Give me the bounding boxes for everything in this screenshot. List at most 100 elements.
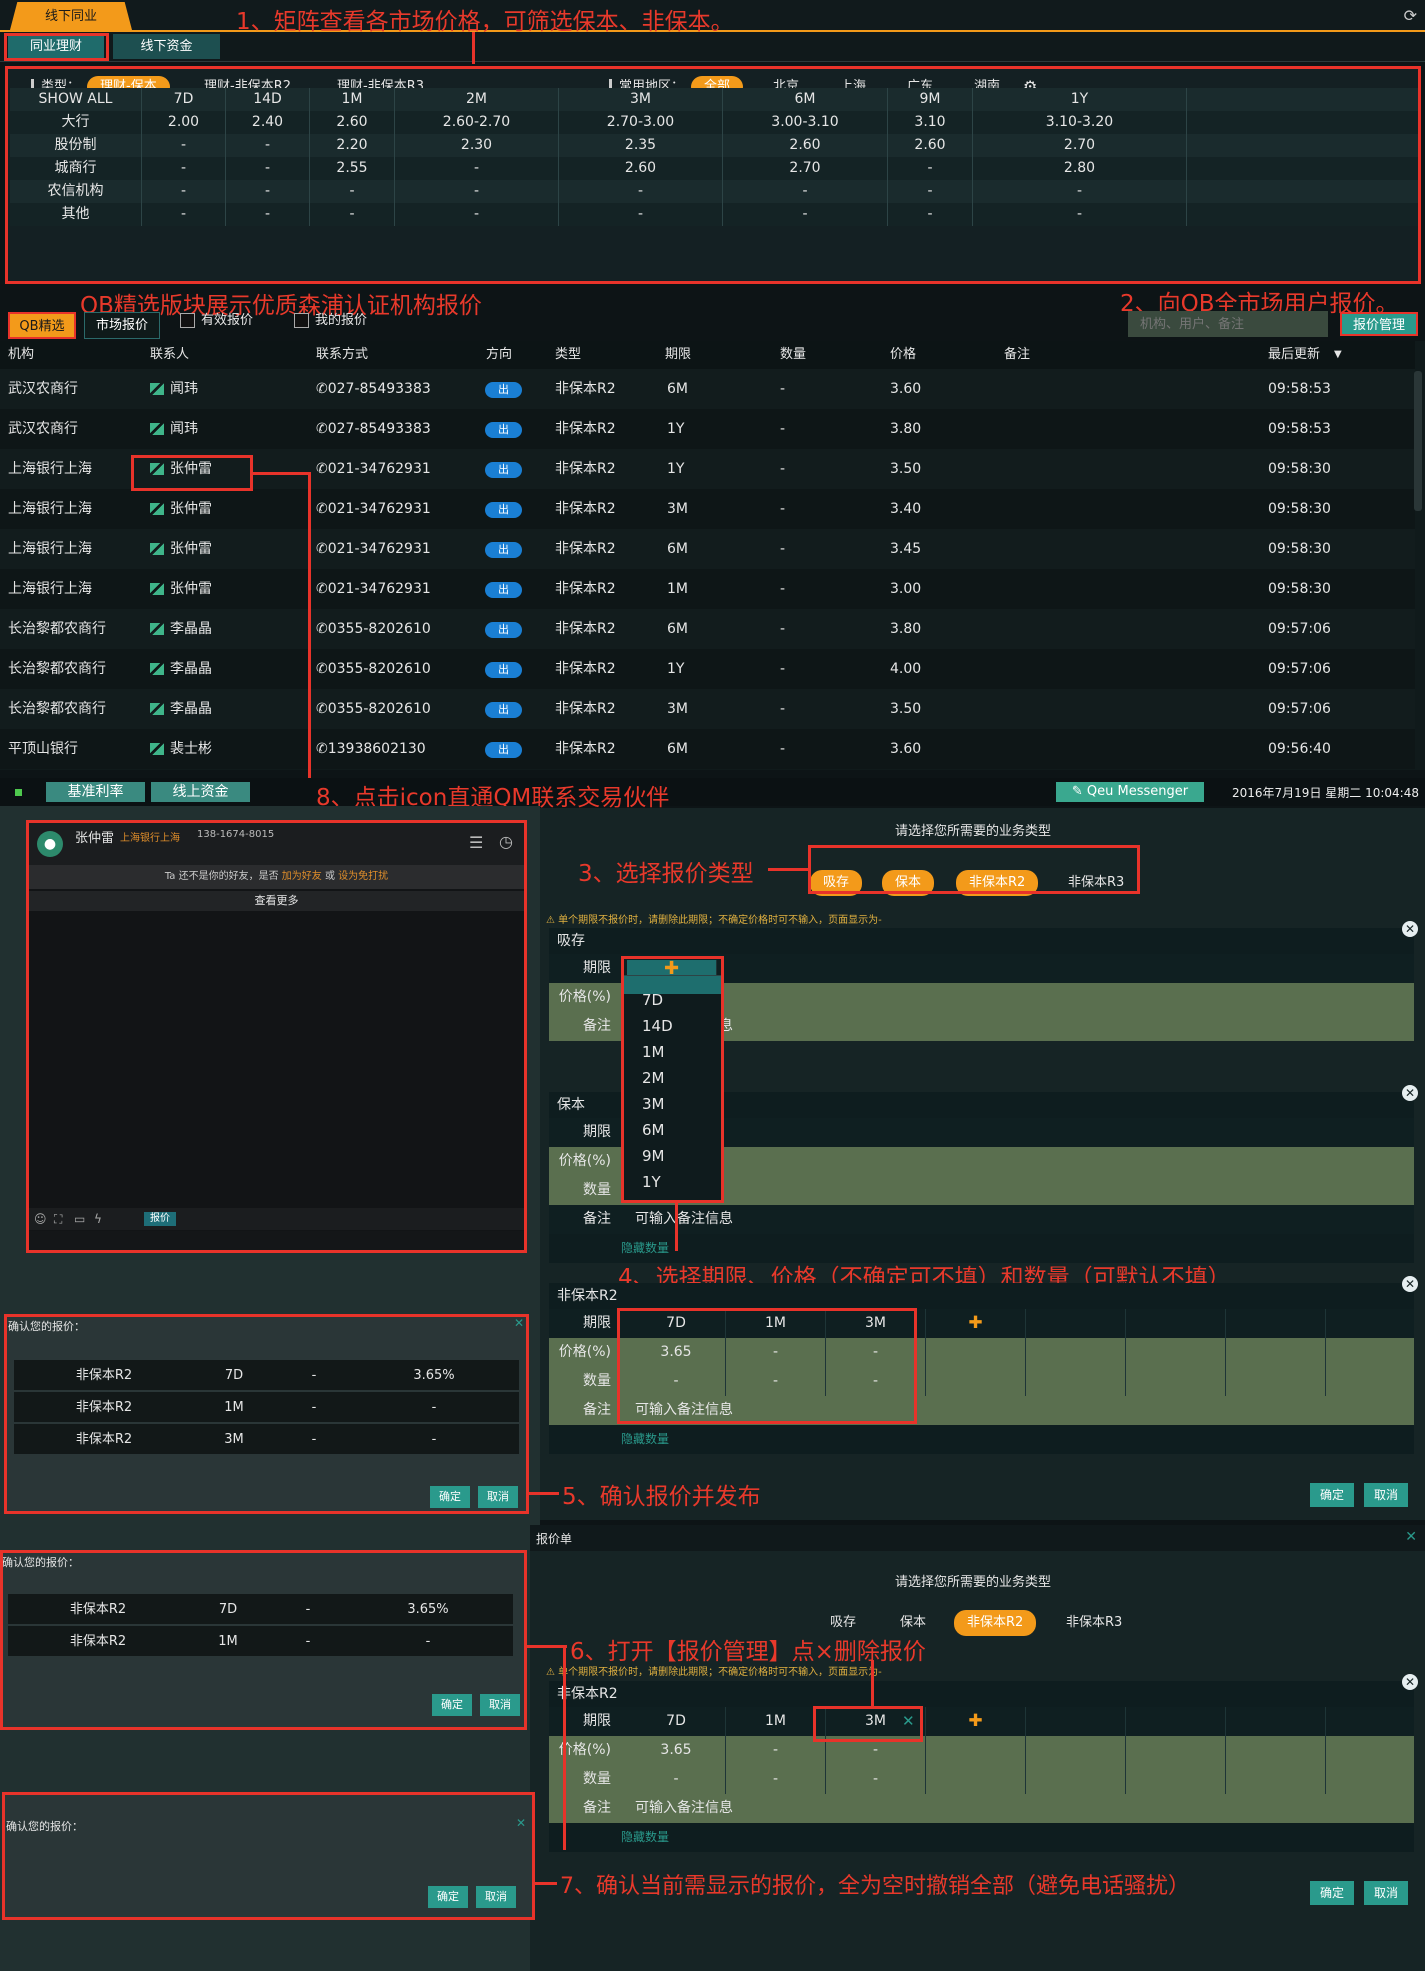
refresh-icon[interactable]: ⟳ bbox=[1404, 6, 1417, 25]
add-term-icon[interactable]: ✚ bbox=[968, 1313, 982, 1333]
qm-chat-icon[interactable] bbox=[150, 623, 164, 635]
term-cell[interactable]: ✚ bbox=[926, 1707, 1026, 1736]
sort-desc-icon[interactable]: ▼ bbox=[1334, 341, 1342, 369]
list-row[interactable]: 长治黎都农商行 李晶晶 ✆0355-8202610 出 非保本R2 1Y - 4.00 09:5… bbox=[0, 649, 1415, 689]
qty-cell[interactable]: - bbox=[627, 1765, 726, 1794]
checkbox[interactable] bbox=[294, 313, 309, 328]
qty-cell[interactable]: - bbox=[726, 1765, 826, 1794]
checkbox-my-quotes[interactable]: 我的报价 bbox=[294, 313, 367, 329]
tab-qb-selected[interactable]: QB精选 bbox=[8, 312, 76, 339]
contact[interactable]: 裴士彬 bbox=[150, 729, 212, 769]
list-row[interactable]: 上海银行上海 张仲雷 ✆021-34762931 出 非保本R2 6M - 3.45 09:58… bbox=[0, 529, 1415, 569]
column-header[interactable]: 方向 bbox=[486, 341, 512, 369]
price-cell[interactable] bbox=[1226, 1338, 1326, 1367]
term-cell[interactable]: ✚ bbox=[926, 1309, 1026, 1338]
type-deposit[interactable]: 吸存 bbox=[830, 1612, 856, 1634]
list-row[interactable]: 平顶山银行 裴士彬 ✆13938602130 出 非保本R2 6M - 3.60 09:56:4… bbox=[0, 729, 1415, 769]
price-cell[interactable]: 3.65 bbox=[627, 1736, 726, 1765]
qty-cell[interactable] bbox=[1226, 1367, 1326, 1396]
tab-benchmark-rate[interactable]: 基准利率 bbox=[46, 782, 145, 802]
tab-offline-funds[interactable]: 线下资金 bbox=[113, 34, 220, 59]
tab-offline-interbank[interactable]: 线下同业 bbox=[10, 2, 132, 30]
type-r2[interactable]: 非保本R2 bbox=[954, 1610, 1037, 1636]
messenger-button[interactable]: ✎ Qeu Messenger bbox=[1056, 782, 1204, 802]
close-icon[interactable]: ✕ bbox=[1402, 1085, 1418, 1101]
contact[interactable]: 李晶晶 bbox=[150, 609, 212, 649]
qty-cell[interactable] bbox=[926, 1765, 1026, 1794]
price-cell[interactable] bbox=[1026, 1338, 1126, 1367]
type-guaranteed[interactable]: 保本 bbox=[900, 1612, 926, 1634]
list-row[interactable]: 武汉农商行 闻玮 ✆027-85493383 出 非保本R2 6M - 3.60 09:58:5… bbox=[0, 369, 1415, 409]
qty-cell[interactable] bbox=[926, 1367, 1026, 1396]
close-icon[interactable]: ✕ bbox=[1405, 1529, 1417, 1545]
qm-chat-icon[interactable] bbox=[150, 503, 164, 515]
column-header[interactable]: 最后更新 bbox=[1268, 341, 1320, 369]
price-cell[interactable] bbox=[1126, 1338, 1226, 1367]
remark-input[interactable]: 可输入备注信息 bbox=[635, 1205, 733, 1234]
column-header[interactable]: 类型 bbox=[555, 341, 581, 369]
qty-cell[interactable] bbox=[1326, 1765, 1425, 1794]
scrollbar[interactable] bbox=[1414, 371, 1422, 511]
list-row[interactable]: 武汉农商行 闻玮 ✆027-85493383 出 非保本R2 1Y - 3.80 09:58:5… bbox=[0, 409, 1415, 449]
list-row[interactable]: 上海银行上海 张仲雷 ✆021-34762931 出 非保本R2 1M - 3.00 09:58… bbox=[0, 569, 1415, 609]
contact[interactable]: 张仲雷 bbox=[150, 569, 212, 609]
term-cell[interactable] bbox=[1126, 1309, 1226, 1338]
qm-chat-icon[interactable] bbox=[150, 543, 164, 555]
price-cell[interactable] bbox=[1126, 1736, 1226, 1765]
checkbox[interactable] bbox=[180, 313, 195, 328]
tab-market-quotes[interactable]: 市场报价 bbox=[84, 312, 160, 339]
remark-input[interactable]: 可输入备注信息 bbox=[635, 1794, 733, 1823]
qty-cell[interactable] bbox=[1026, 1765, 1126, 1794]
price-cell[interactable] bbox=[926, 1338, 1026, 1367]
price-cell[interactable] bbox=[1326, 1338, 1425, 1367]
contact[interactable]: 张仲雷 bbox=[150, 489, 212, 529]
term-cell[interactable]: 7D bbox=[627, 1707, 726, 1736]
price-cell[interactable] bbox=[1226, 1736, 1326, 1765]
term-cell[interactable] bbox=[1126, 1707, 1226, 1736]
search-input[interactable] bbox=[1128, 311, 1328, 337]
column-header[interactable]: 联系人 bbox=[150, 341, 189, 369]
qty-cell[interactable] bbox=[1326, 1367, 1425, 1396]
qty-cell[interactable]: - bbox=[826, 1765, 926, 1794]
checkbox-valid-quotes[interactable]: 有效报价 bbox=[180, 313, 253, 329]
contact[interactable]: 李晶晶 bbox=[150, 689, 212, 729]
quote-manage-button[interactable]: 报价管理 bbox=[1340, 312, 1418, 336]
qm-chat-icon[interactable] bbox=[150, 743, 164, 755]
term-cell[interactable] bbox=[1226, 1309, 1326, 1338]
contact[interactable]: 张仲雷 bbox=[150, 529, 212, 569]
qty-cell[interactable] bbox=[1126, 1765, 1226, 1794]
list-row[interactable]: 长治黎都农商行 李晶晶 ✆0355-8202610 出 非保本R2 6M - 3.80 09:5… bbox=[0, 609, 1415, 649]
column-header[interactable]: 数量 bbox=[780, 341, 806, 369]
price-cell[interactable] bbox=[1326, 1736, 1425, 1765]
term-cell[interactable] bbox=[1326, 1707, 1425, 1736]
price-cell[interactable] bbox=[926, 1736, 1026, 1765]
column-header[interactable]: 备注 bbox=[1004, 341, 1030, 369]
column-header[interactable]: 机构 bbox=[8, 341, 34, 369]
type-r3[interactable]: 非保本R3 bbox=[1066, 1612, 1122, 1634]
hide-qty-link[interactable]: 隐藏数量 bbox=[621, 1425, 669, 1454]
column-header[interactable]: 期限 bbox=[665, 341, 691, 369]
cancel-button[interactable]: 取消 bbox=[1364, 1881, 1408, 1905]
cancel-button[interactable]: 取消 bbox=[1364, 1483, 1408, 1507]
contact[interactable]: 李晶晶 bbox=[150, 649, 212, 689]
qty-cell[interactable] bbox=[1026, 1367, 1126, 1396]
hide-qty-link[interactable]: 隐藏数量 bbox=[621, 1823, 669, 1852]
qm-chat-icon[interactable] bbox=[150, 703, 164, 715]
term-cell[interactable]: 1M bbox=[726, 1707, 826, 1736]
list-row[interactable]: 长治黎都农商行 李晶晶 ✆0355-8202610 出 非保本R2 3M - 3.50 09:5… bbox=[0, 689, 1415, 729]
term-cell[interactable] bbox=[1026, 1707, 1126, 1736]
close-icon[interactable]: ✕ bbox=[1402, 921, 1418, 937]
column-header[interactable]: 价格 bbox=[890, 341, 916, 369]
contact[interactable]: 闻玮 bbox=[150, 369, 198, 409]
tab-online-funds[interactable]: 线上资金 bbox=[151, 782, 250, 802]
close-icon[interactable]: ✕ bbox=[1402, 1276, 1418, 1292]
add-term-icon[interactable]: ✚ bbox=[968, 1711, 982, 1731]
confirm-button[interactable]: 确定 bbox=[1310, 1483, 1354, 1507]
term-cell[interactable] bbox=[1026, 1309, 1126, 1338]
qm-chat-icon[interactable] bbox=[150, 423, 164, 435]
confirm-button[interactable]: 确定 bbox=[1310, 1881, 1354, 1905]
price-cell[interactable]: - bbox=[726, 1736, 826, 1765]
qty-cell[interactable] bbox=[1226, 1765, 1326, 1794]
term-cell[interactable] bbox=[1226, 1707, 1326, 1736]
qty-cell[interactable] bbox=[1126, 1367, 1226, 1396]
